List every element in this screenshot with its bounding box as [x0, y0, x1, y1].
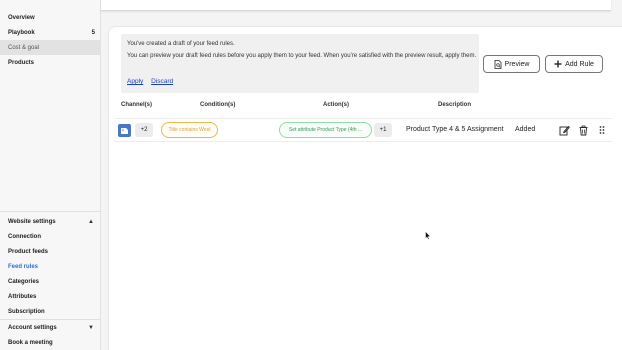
sidebar-item-attributes[interactable]: Attributes [0, 289, 101, 304]
sidebar-item-label: Feed rules [8, 263, 39, 270]
account-settings-header[interactable]: Account settings ▼ [0, 320, 101, 335]
section-title: Account settings [8, 324, 57, 331]
sidebar-item-label: Overview [8, 14, 35, 21]
website-settings-header[interactable]: Website settings ▲ [0, 214, 101, 229]
sidebar-item-categories[interactable]: Categories [0, 274, 101, 289]
top-bar [101, 0, 611, 11]
column-header-description: Description [438, 102, 472, 108]
sidebar-item-book-meeting[interactable]: Book a meeting [0, 335, 101, 350]
sidebar-item-label: Categories [8, 278, 40, 285]
notice-line-2: You can preview your draft feed rules be… [127, 53, 477, 59]
rule-status: Added [515, 126, 536, 133]
column-header-conditions: Condition(s) [200, 102, 236, 108]
add-rule-label: Add Rule [565, 60, 594, 68]
document-search-icon [494, 59, 501, 69]
sidebar-item-label: Playbook [8, 29, 35, 36]
sidebar-item-label: Cost & goal [8, 44, 40, 51]
sidebar-item-playbook[interactable]: Playbook 5 [0, 25, 101, 40]
sidebar-item-product-feeds[interactable]: Product feeds [0, 244, 101, 259]
sidebar-item-label: Subscription [8, 308, 45, 315]
action-pill[interactable]: Set attribute Product Type (4th ... [279, 122, 372, 138]
sidebar-item-cost-goal[interactable]: Cost & goal [0, 40, 101, 55]
rule-description: Product Type 4 & 5 Assignment [406, 126, 504, 133]
action-extra-count[interactable]: +1 [374, 123, 392, 137]
chevron-down-icon: ▼ [88, 324, 94, 331]
sidebar-item-label: Products [8, 59, 35, 66]
draft-notice: You've created a draft of your feed rule… [121, 34, 479, 93]
column-header-actions: Action(s) [323, 102, 349, 108]
plus-icon [554, 60, 562, 68]
trash-icon[interactable] [577, 124, 589, 136]
sidebar-item-connection[interactable]: Connection [0, 229, 101, 244]
discard-link[interactable]: Discard [151, 78, 173, 85]
mouse-cursor-icon [425, 231, 431, 240]
sidebar-item-label: Connection [8, 233, 41, 240]
preview-label: Preview [504, 60, 530, 68]
notice-links: Apply Discard [127, 78, 179, 85]
notice-line-1: You've created a draft of your feed rule… [127, 41, 235, 47]
divider [0, 211, 101, 212]
preview-button[interactable]: Preview [483, 55, 540, 73]
sidebar-item-label: Attributes [8, 293, 37, 300]
sidebar-item-label: Product feeds [8, 248, 49, 255]
sidebar-item-subscription[interactable]: Subscription [0, 304, 101, 319]
sidebar-item-overview[interactable]: Overview [0, 10, 101, 25]
column-header-channels: Channel(s) [121, 102, 153, 108]
chevron-up-icon: ▲ [88, 218, 94, 225]
google-shopping-icon [118, 124, 131, 137]
add-rule-button[interactable]: Add Rule [545, 55, 603, 73]
drag-handle-icon[interactable] [596, 124, 608, 136]
apply-link[interactable]: Apply [127, 78, 143, 85]
condition-pill[interactable]: Title contains Wool [161, 122, 218, 138]
sidebar: Overview Playbook 5 Cost & goal Products … [0, 0, 101, 350]
sidebar-item-products[interactable]: Products [0, 55, 101, 70]
edit-icon[interactable] [558, 124, 570, 136]
sidebar-item-label: Book a meeting [8, 339, 53, 346]
section-title: Website settings [8, 218, 56, 225]
playbook-count-badge: 5 [91, 29, 95, 36]
channel-extra-count[interactable]: +2 [135, 123, 153, 137]
sidebar-item-feed-rules[interactable]: Feed rules [0, 259, 101, 274]
